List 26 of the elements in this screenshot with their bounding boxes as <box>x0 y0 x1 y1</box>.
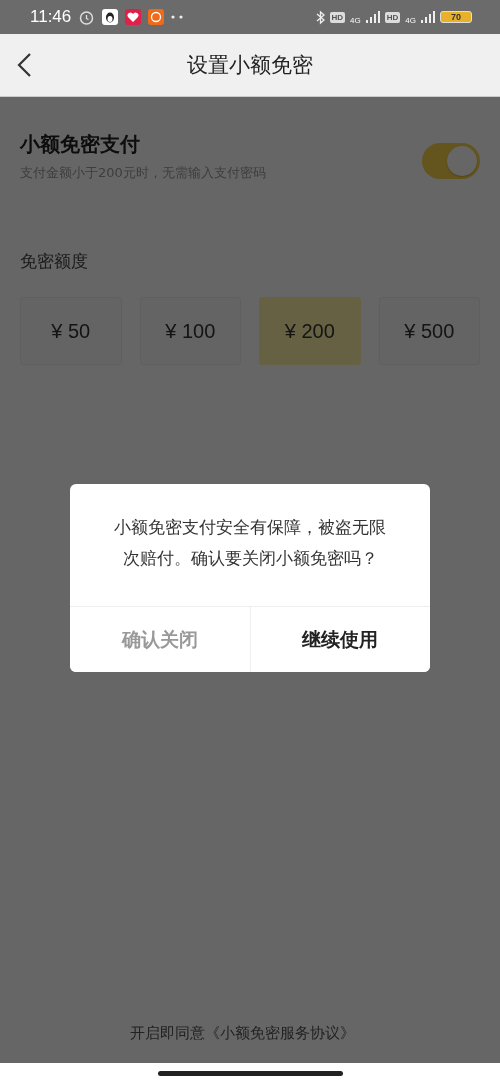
agreement-link[interactable]: 开启即同意《小额免密服务协议》 <box>20 1024 480 1043</box>
amount-option[interactable]: ¥ 500 <box>378 297 480 365</box>
amount-option[interactable]: ¥ 200 <box>259 297 361 365</box>
amount-option[interactable]: ¥ 100 <box>139 297 241 365</box>
signal-icon <box>421 11 435 23</box>
home-indicator[interactable] <box>157 1071 343 1076</box>
bluetooth-icon <box>315 9 325 25</box>
heart-app-icon <box>125 9 142 25</box>
dialog-message: 小额免密支付安全有保障，被盗无限次赔付。确认要关闭小额免密吗？ <box>113 516 387 570</box>
page-title: 设置小额免密 <box>187 52 313 79</box>
clock-time: 11:46 <box>30 7 72 27</box>
more-dots-icon <box>171 15 184 19</box>
amount-option[interactable]: ¥ 50 <box>20 297 122 365</box>
hd-badge: HD <box>384 11 401 23</box>
network-label: 4G <box>350 15 361 25</box>
setting-title: 小额免密支付 <box>20 131 141 158</box>
alarm-icon <box>78 8 96 26</box>
signal-icon <box>365 11 380 23</box>
toggle-switch[interactable] <box>422 143 480 179</box>
section-label: 免密额度 <box>20 250 89 273</box>
circle-app-icon <box>148 9 165 25</box>
hd-badge: HD <box>329 11 346 23</box>
network-label: 4G <box>405 15 416 25</box>
penguin-app-icon <box>102 9 119 25</box>
battery-indicator: 70 <box>440 11 472 23</box>
continue-button[interactable]: 继续使用 <box>249 607 430 672</box>
